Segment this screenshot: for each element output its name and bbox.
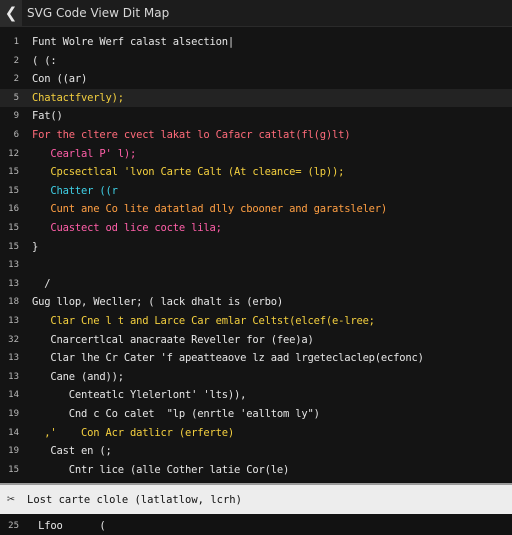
code-text[interactable]: Cntr lice (alle Cother latie Cor(le) (32, 464, 290, 476)
code-line[interactable]: 14 Centeatlc Ylelerlont' 'lts)), (0, 386, 512, 404)
line-number: 19 (8, 409, 19, 419)
code-text[interactable]: Con ((ar) (32, 73, 87, 85)
code-line[interactable]: 16 Cunt ane Co lite datatlad dlly cboone… (0, 200, 512, 218)
line-number: 15 (8, 464, 19, 475)
code-text[interactable]: / (32, 278, 50, 290)
code-line[interactable]: 32 Cnarcertlcal anacraate Reveller for (… (0, 331, 512, 349)
title-bar: ❮ SVG Code View Dit Map (0, 0, 512, 27)
line-number: 14 (8, 390, 19, 401)
code-line[interactable]: 19 Cast en (; (0, 442, 512, 460)
code-line[interactable]: 5 Chatactfverly); (0, 88, 512, 107)
code-text[interactable]: Lfoo ( (32, 520, 106, 532)
code-line[interactable]: 15} (0, 238, 512, 256)
code-line[interactable]: 15 Cntr lice (alle Cother latie Cor(le) (0, 461, 512, 479)
line-number: 13 (8, 260, 19, 271)
code-line[interactable]: 15 Cuastect od lice cocte lila; (0, 219, 512, 237)
line-number: 6 (13, 130, 19, 140)
code-text[interactable]: ( (: (32, 55, 57, 67)
line-number: 2 (13, 74, 19, 85)
window-title: SVG Code View Dit Map (27, 6, 170, 20)
scissors-icon[interactable]: ✂ (0, 492, 22, 507)
code-text[interactable]: } (32, 241, 38, 253)
code-text[interactable]: Cuastect od lice cocte lila; (32, 222, 222, 234)
code-line[interactable]: 14 ,' Con Acr datlicr (erferte) (0, 424, 512, 442)
code-text[interactable]: Cnd c Co calet "lp (enrtle 'ealltom ly") (32, 408, 320, 420)
code-text[interactable]: Gug llop, Wecller; ( lack dhalt is (erbo… (32, 296, 283, 308)
line-number: 15 (8, 223, 19, 233)
code-text[interactable]: Centeatlc Ylelerlont' 'lts)), (32, 389, 247, 401)
code-text[interactable]: Cunt ane Co lite datatlad dlly cbooner a… (32, 203, 387, 215)
code-text[interactable]: Chatter ((r (32, 185, 118, 197)
line-number: 25 (8, 520, 19, 531)
code-editor[interactable]: 1 Funt Wolre Werf calast alsection| 2( (: 2… (0, 27, 512, 532)
code-line[interactable]: 13 / (0, 275, 512, 293)
code-line[interactable]: 18 Gug llop, Wecller; ( lack dhalt is (er… (0, 293, 512, 311)
code-text[interactable]: Funt Wolre Werf calast alsection| (32, 36, 234, 48)
code-line[interactable]: 6 For the cltere cvect lakat lo Cafacr ca… (0, 126, 512, 144)
code-line[interactable]: 15 Cpcsectlcal 'lvon Carte Calt (At clea… (0, 163, 512, 181)
code-line[interactable]: 19 Cnd c Co calet "lp (enrtle 'ealltom l… (0, 405, 512, 423)
chevron-left-icon: ❮ (4, 4, 18, 22)
line-number: 14 (8, 427, 19, 438)
line-number: 5 (13, 92, 19, 103)
line-number: 2 (13, 55, 19, 66)
back-button[interactable]: ❮ (0, 0, 22, 26)
code-line[interactable]: 13 Cane (and)); (0, 368, 512, 386)
line-number: 18 (8, 297, 19, 308)
line-number: 15 (8, 241, 19, 252)
line-number: 13 (8, 353, 19, 364)
code-line[interactable]: 2 Con ((ar) (0, 70, 512, 88)
line-number: 9 (13, 111, 19, 122)
code-text[interactable]: Clar lhe Cr Cater 'f apeatteaove lz aad … (32, 352, 424, 364)
code-line[interactable]: 13 Clar lhe Cr Cater 'f apeatteaove lz a… (0, 349, 512, 367)
code-line[interactable]: 15 Chatter ((r (0, 182, 512, 200)
code-text[interactable]: Cane (and)); (32, 371, 124, 383)
code-text[interactable]: Clar Cne l t and Larce Car emlar Celtst(… (32, 315, 375, 327)
code-line[interactable]: 1 Funt Wolre Werf calast alsection| (0, 33, 512, 51)
code-line[interactable]: 13 (0, 256, 512, 274)
line-number: 1 (13, 37, 19, 47)
code-line[interactable]: 2 ( (: (0, 52, 512, 70)
line-number: 16 (8, 204, 19, 215)
line-number: 15 (8, 185, 19, 196)
code-line[interactable]: 9 Fat() (0, 107, 512, 125)
code-text[interactable]: Chatactfverly); (32, 92, 124, 104)
line-number: 32 (8, 334, 19, 345)
line-number: 12 (8, 148, 19, 159)
status-bar: ✂ Lost carte clole (latlatlow, lcrh) (0, 483, 512, 514)
code-text[interactable]: Cast en (; (32, 445, 111, 457)
status-text: Lost carte clole (latlatlow, lcrh) (27, 493, 242, 506)
code-text[interactable]: ,' Con Acr datlicr (erferte) (32, 427, 234, 439)
line-number: 13 (8, 316, 19, 326)
line-number: 19 (8, 446, 19, 457)
line-number: 15 (8, 167, 19, 178)
code-line[interactable]: 13 Clar Cne l t and Larce Car emlar Celt… (0, 312, 512, 330)
code-text[interactable]: Cnarcertlcal anacraate Reveller for (fee… (32, 334, 313, 346)
line-number: 13 (8, 371, 19, 382)
code-line[interactable]: 25 Lfoo ( (0, 517, 512, 535)
code-text[interactable]: Fat() (32, 110, 63, 122)
code-line[interactable]: 12 Cearlal P' l); (0, 145, 512, 163)
line-number: 13 (8, 278, 19, 289)
code-text[interactable]: Cearlal P' l); (32, 148, 136, 160)
code-text[interactable]: For the cltere cvect lakat lo Cafacr cat… (32, 129, 351, 141)
code-text[interactable]: Cpcsectlcal 'lvon Carte Calt (At cleance… (32, 166, 344, 178)
